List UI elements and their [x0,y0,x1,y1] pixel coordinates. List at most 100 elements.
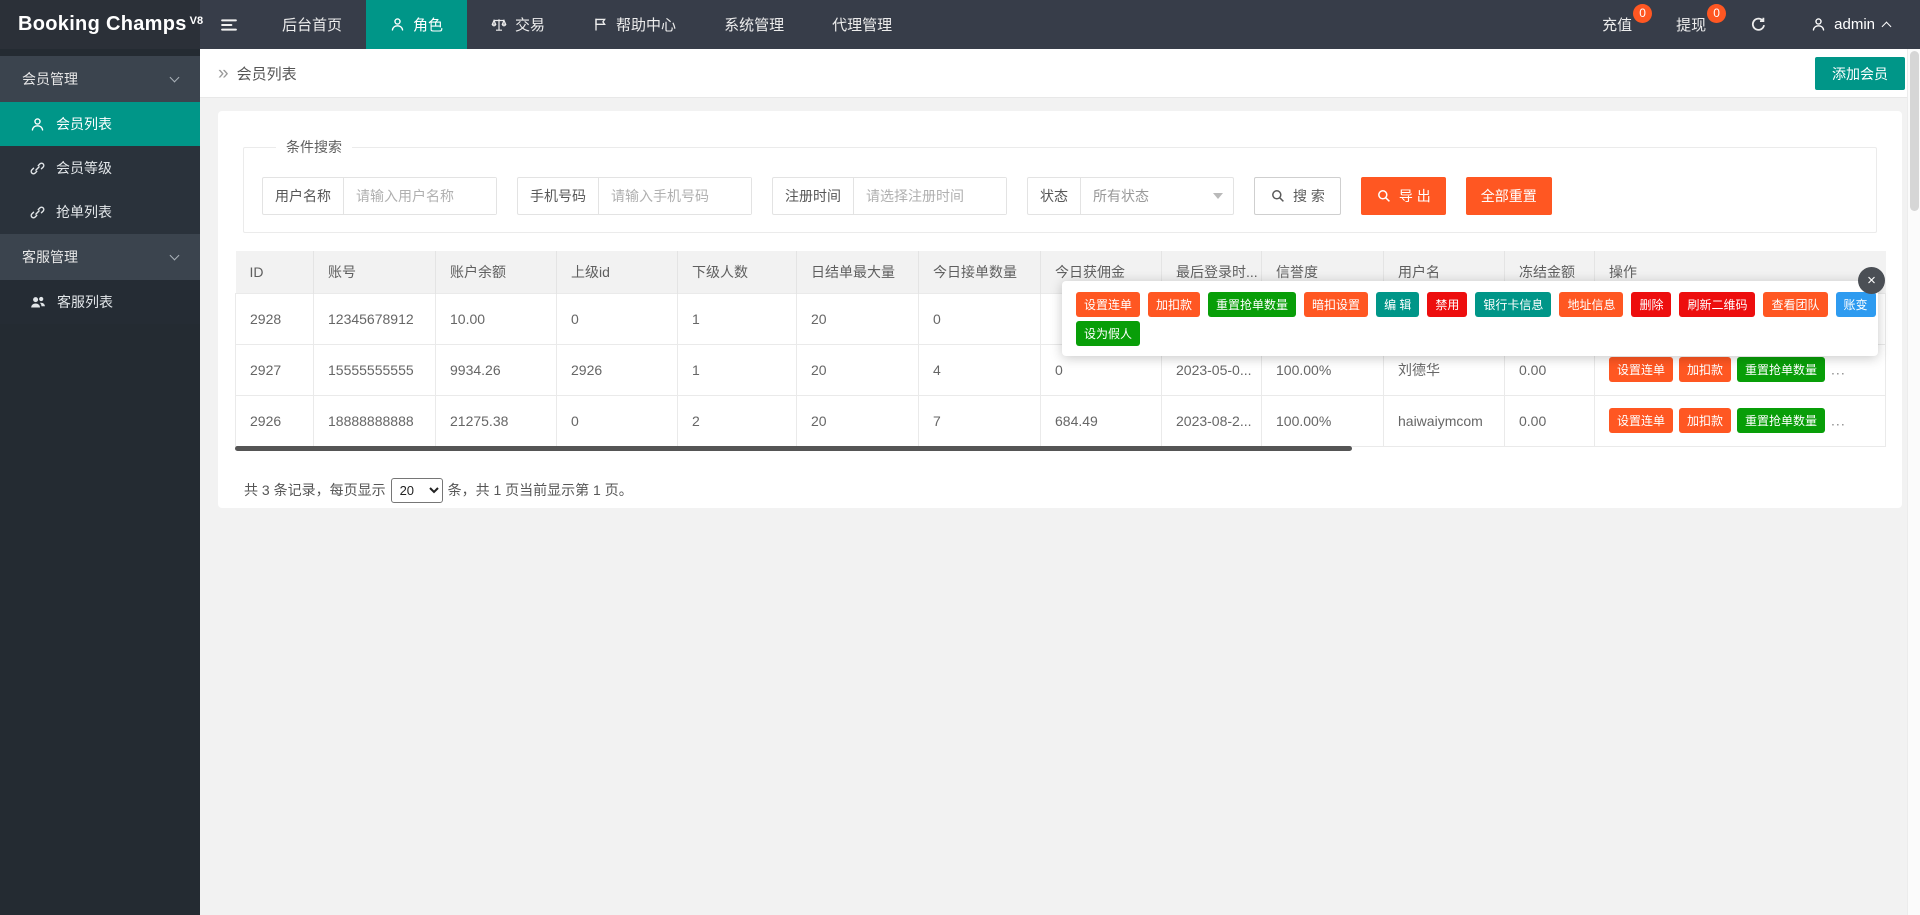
nav-item-6[interactable]: 代理管理 [808,0,916,49]
user-icon [30,117,45,132]
cell: 2926 [557,344,678,395]
nav-item-5[interactable]: 系统管理 [700,0,808,49]
popup-action-button[interactable]: 暗扣设置 [1304,292,1368,317]
popup-action-button[interactable]: 删除 [1631,292,1671,317]
search-icon [1376,188,1392,204]
cell: 20 [797,344,919,395]
cell: 20 [797,293,919,344]
row-action-button[interactable]: 设置连单 [1609,357,1673,382]
search-field-input[interactable] [599,178,751,214]
sidebar-item-1-3[interactable]: 抢单列表 [0,190,200,234]
status-value: 所有状态 [1093,186,1149,206]
flag-icon [593,17,608,32]
recharge-button[interactable]: 充值 0 [1580,0,1654,49]
more-actions-button[interactable]: ... [1831,362,1846,378]
close-icon[interactable]: × [1858,267,1885,294]
add-member-button[interactable]: 添加会员 [1815,57,1905,90]
cell: haiwaiymcom [1384,395,1505,446]
row-action-button[interactable]: 重置抢单数量 [1737,408,1825,433]
cell: 2928 [236,293,314,344]
more-actions-button[interactable]: ... [1831,413,1846,429]
search-field-label: 注册时间 [773,178,854,214]
user-icon [1811,17,1826,32]
sidebar: 会员管理会员列表会员等级抢单列表客服管理客服列表 [0,49,200,915]
sidebar-item-1-1[interactable]: 会员列表 [0,102,200,146]
column-header: 下级人数 [678,251,797,293]
sidebar-group-2[interactable]: 客服管理 [0,234,200,280]
hamburger-menu-icon[interactable] [200,0,258,49]
sidebar-item-label: 会员等级 [56,158,112,178]
nav-item-label: 交易 [515,14,545,35]
status-select[interactable]: 所有状态 [1081,178,1233,214]
reset-all-button[interactable]: 全部重置 [1466,177,1552,215]
logo-text: Booking Champs [18,13,187,36]
popup-action-button[interactable]: 重置抢单数量 [1208,292,1296,317]
recharge-label: 充值 [1602,14,1632,35]
withdraw-button[interactable]: 提现 0 [1654,0,1728,49]
nav-item-4[interactable]: 帮助中心 [569,0,700,49]
logo-version: V8 [190,15,203,27]
popup-action-button[interactable]: 编 辑 [1376,292,1419,317]
search-field-1: 用户名称 [262,177,497,215]
cell: 7 [919,395,1041,446]
search-field-label: 用户名称 [263,178,344,214]
cell: 1 [678,293,797,344]
sidebar-item-2-1[interactable]: 客服列表 [0,280,200,324]
sidebar-item-1-2[interactable]: 会员等级 [0,146,200,190]
table-row: 29261888888888821275.3802207684.492023-0… [236,395,1886,446]
export-button[interactable]: 导 出 [1361,177,1446,215]
cell: 2 [678,395,797,446]
search-field-3: 注册时间 [772,177,1007,215]
search-button[interactable]: 搜 索 [1254,177,1341,215]
row-action-button[interactable]: 设置连单 [1609,408,1673,433]
popup-action-button[interactable]: 禁用 [1427,292,1467,317]
popup-action-button[interactable]: 设置连单 [1076,292,1140,317]
scales-icon [491,17,507,33]
popup-action-button[interactable]: 账变 [1836,292,1876,317]
cell: 1 [678,344,797,395]
pagination-prefix: 共 3 条记录，每页显示 [244,480,386,500]
row-actions-popup: 设置连单加扣款重置抢单数量暗扣设置编 辑禁用银行卡信息地址信息删除刷新二维码查看… [1062,281,1878,356]
withdraw-badge: 0 [1707,4,1726,23]
popup-action-button[interactable]: 刷新二维码 [1679,292,1755,317]
search-field-input[interactable] [344,178,496,214]
breadcrumb-chevrons-icon: » [218,64,229,83]
sidebar-group-label: 会员管理 [22,69,78,89]
page-scrollbar-thumb[interactable] [1910,51,1919,211]
search-field-input[interactable] [854,178,1006,214]
popup-action-button[interactable]: 银行卡信息 [1475,292,1551,317]
nav-item-1[interactable]: 后台首页 [258,0,366,49]
status-label: 状态 [1028,178,1081,214]
top-navbar: Booking Champs V8 后台首页 角色 交易 帮助中心 系统管理代理管理 充… [0,0,1920,49]
search-field-label: 手机号码 [518,178,599,214]
refresh-button[interactable] [1728,0,1789,49]
sidebar-item-label: 会员列表 [56,114,112,134]
breadcrumb-bar: » 会员列表 添加会员 [200,49,1920,98]
nav-item-label: 后台首页 [282,14,342,35]
search-legend: 条件搜索 [276,137,352,157]
row-action-button[interactable]: 加扣款 [1679,357,1731,382]
page-scrollbar[interactable] [1907,49,1920,915]
search-field-2: 手机号码 [517,177,752,215]
users-icon [30,294,46,310]
nav-item-3[interactable]: 交易 [467,0,569,49]
nav-item-2[interactable]: 角色 [366,0,467,49]
search-icon [1270,188,1286,204]
recharge-badge: 0 [1633,4,1652,23]
popup-action-button[interactable]: 地址信息 [1559,292,1623,317]
nav-menu: 后台首页 角色 交易 帮助中心 系统管理代理管理 [200,0,916,49]
chain-icon [30,161,45,176]
popup-action-button[interactable]: 加扣款 [1148,292,1200,317]
popup-action-button[interactable]: 设为假人 [1076,321,1140,346]
nav-item-label: 帮助中心 [616,14,676,35]
row-action-button[interactable]: 加扣款 [1679,408,1731,433]
search-row: 用户名称 手机号码 注册时间 状态 所有状态 搜 索 [262,177,1876,215]
admin-dropdown[interactable]: admin [1789,0,1906,49]
popup-action-button[interactable]: 查看团队 [1763,292,1827,317]
per-page-select[interactable]: 20 [391,478,443,503]
sidebar-group-1[interactable]: 会员管理 [0,56,200,102]
table-horizontal-scrollbar[interactable] [235,446,1352,451]
user-icon [390,17,405,32]
row-action-button[interactable]: 重置抢单数量 [1737,357,1825,382]
sidebar-group-label: 客服管理 [22,247,78,267]
